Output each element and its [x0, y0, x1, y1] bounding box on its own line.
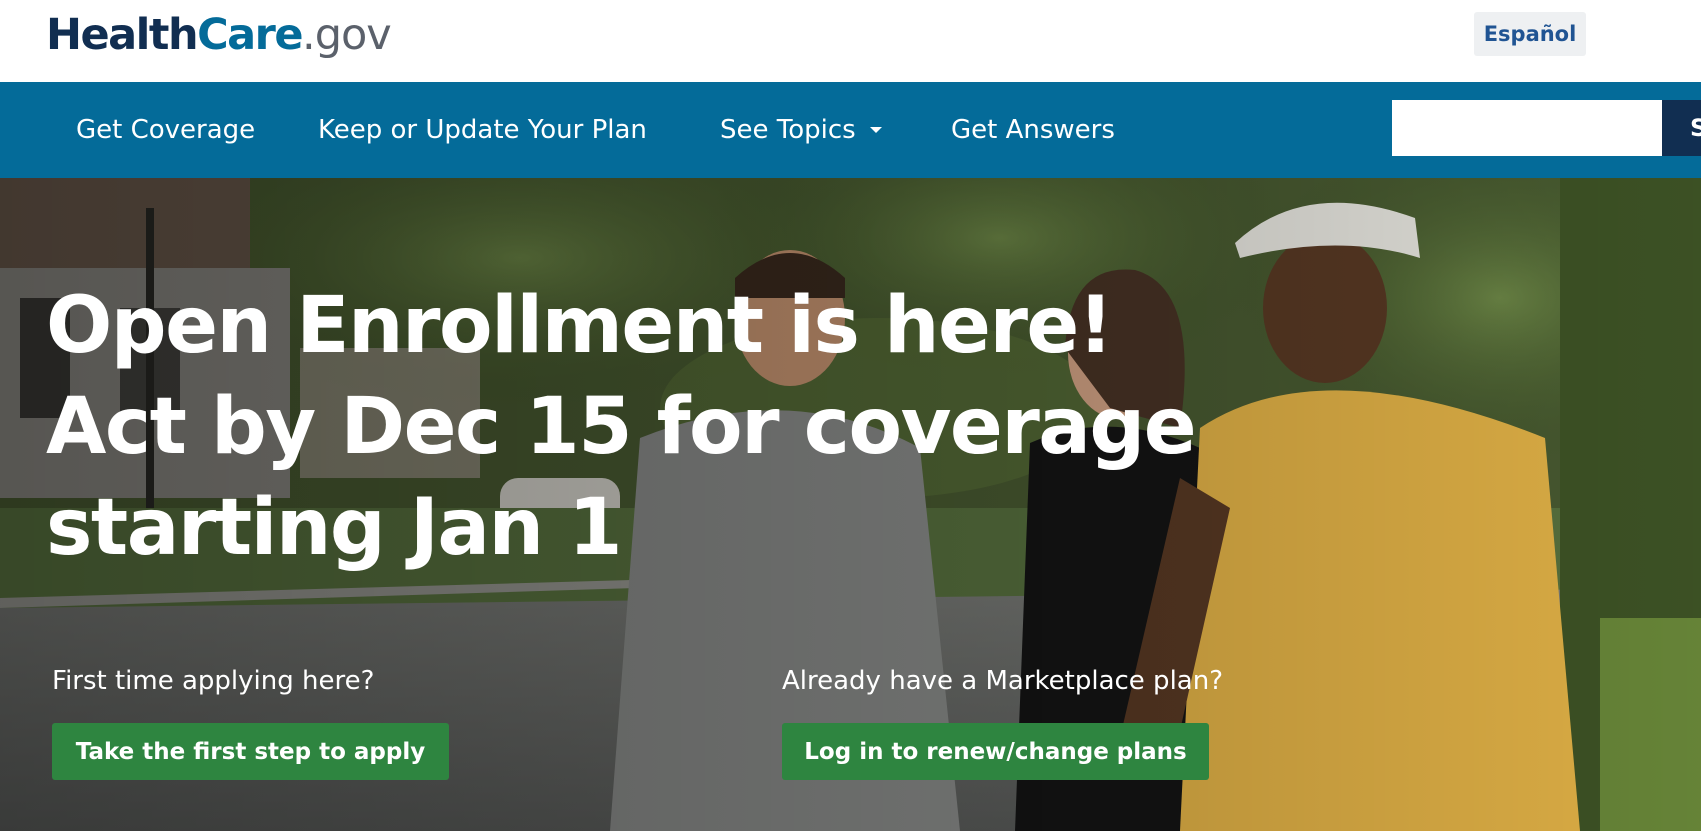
logo-text-health: Health: [46, 10, 199, 60]
search-button[interactable]: Search: [1662, 100, 1701, 156]
logo-text-gov: .gov: [302, 10, 392, 60]
nav-item-label: Get Answers: [951, 115, 1115, 145]
nav-item-label: See Topics: [720, 115, 856, 145]
hero-headline-line: starting Jan 1: [46, 483, 622, 573]
logo-text-care: Care: [197, 10, 303, 60]
nav-item-keep-or-update[interactable]: Keep or Update Your Plan: [318, 82, 647, 178]
language-toggle-button[interactable]: Español: [1474, 12, 1586, 56]
login-renew-button[interactable]: Log in to renew/change plans: [782, 723, 1209, 780]
site-header: Health Care .gov Español: [0, 0, 1701, 82]
healthcare-gov-logo[interactable]: Health Care .gov: [46, 10, 392, 66]
chevron-down-icon: [869, 127, 882, 133]
hero-banner: Open Enrollment is here! Act by Dec 15 f…: [0, 178, 1701, 831]
search-button-label: Search: [1690, 114, 1701, 142]
nav-item-label: Get Coverage: [76, 115, 256, 145]
first-time-prompt: First time applying here?: [52, 666, 375, 696]
hero-headline-line: Open Enrollment is here!: [46, 281, 1113, 371]
existing-plan-prompt: Already have a Marketplace plan?: [782, 666, 1223, 696]
nav-item-see-topics[interactable]: See Topics: [720, 82, 882, 178]
nav-item-get-coverage[interactable]: Get Coverage: [76, 82, 255, 178]
apply-button[interactable]: Take the first step to apply: [52, 723, 449, 780]
nav-item-label: Keep or Update Your Plan: [318, 115, 647, 145]
search-input[interactable]: [1392, 100, 1662, 156]
hero-headline-line: Act by Dec 15 for coverage: [46, 382, 1197, 472]
nav-item-get-answers[interactable]: Get Answers: [951, 82, 1115, 178]
hero-headline: Open Enrollment is here! Act by Dec 15 f…: [46, 276, 1197, 579]
